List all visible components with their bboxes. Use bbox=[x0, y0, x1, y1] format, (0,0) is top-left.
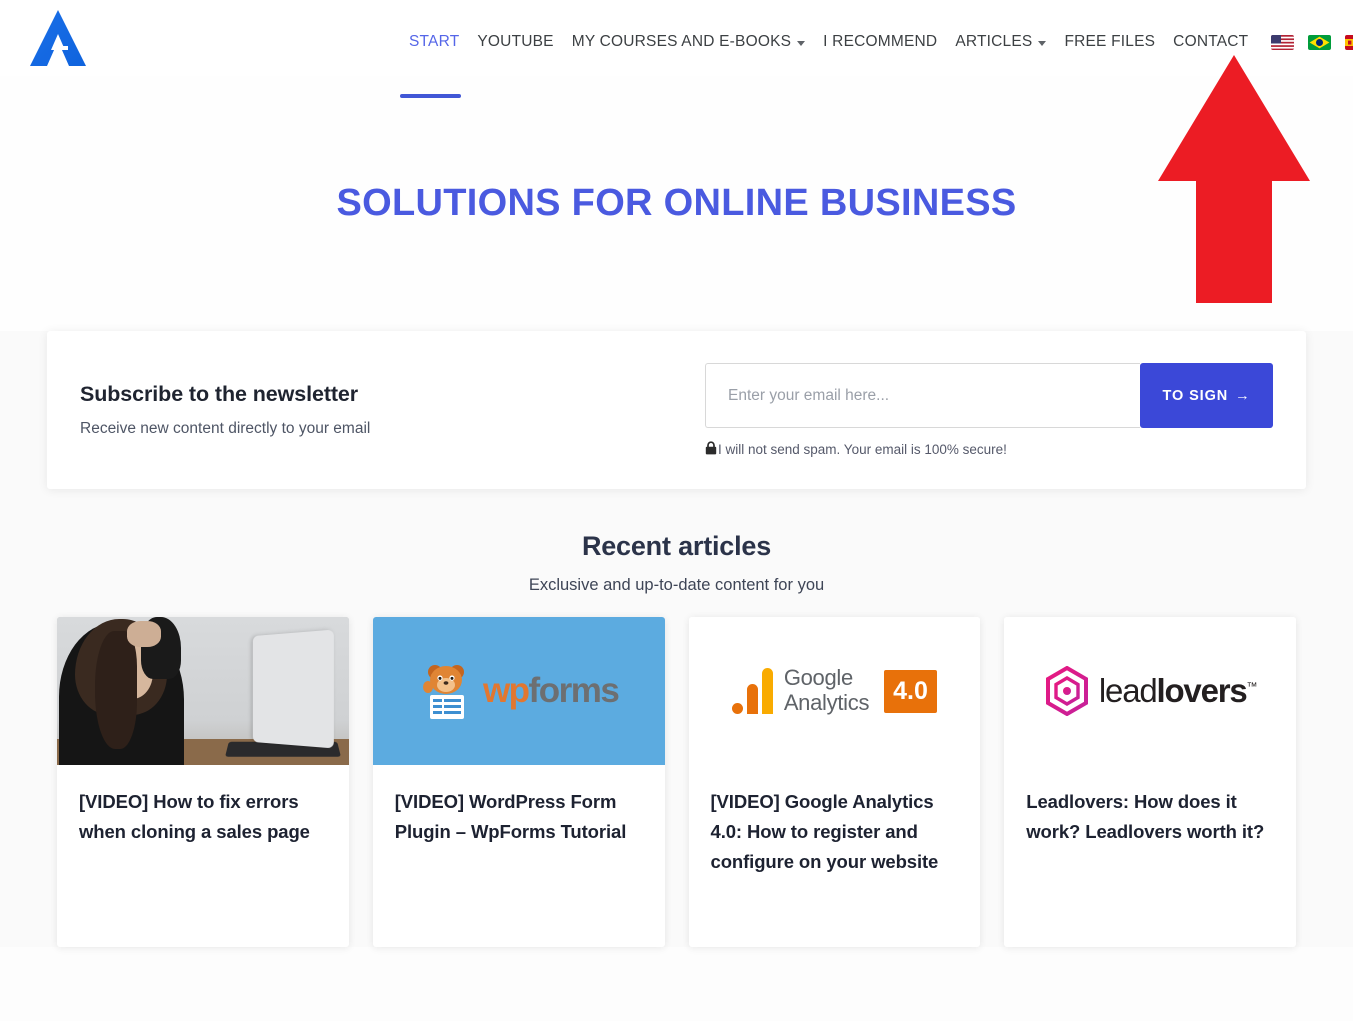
nav-item-youtube[interactable]: YOUTUBE bbox=[468, 33, 562, 51]
trademark-symbol: ™ bbox=[1246, 681, 1258, 693]
active-nav-indicator bbox=[400, 94, 461, 98]
wpforms-logo-forms: forms bbox=[528, 671, 620, 710]
google-analytics-logo: Google Analytics 4.0 bbox=[688, 617, 981, 765]
leadlovers-logo: leadlovers™ bbox=[1004, 617, 1296, 765]
nav-label: MY COURSES AND E-BOOKS bbox=[571, 33, 792, 50]
section-subheading: Exclusive and up-to-date content for you bbox=[528, 576, 825, 594]
newsletter-section: Subscribe to the newsletter Receive new … bbox=[0, 331, 1353, 489]
article-title: [VIDEO] WordPress Form Plugin – WpForms … bbox=[394, 791, 627, 843]
nav-item-articles[interactable]: ARTICLES bbox=[946, 33, 1055, 51]
arrow-right-icon: → bbox=[1235, 387, 1251, 404]
flag-brazil-icon[interactable] bbox=[1308, 34, 1332, 50]
nav-label: I RECOMMEND bbox=[823, 33, 938, 50]
newsletter-copy: Subscribe to the newsletter Receive new … bbox=[80, 382, 705, 438]
article-card[interactable]: wpforms [VIDEO] WordPress Form Plugin – … bbox=[372, 617, 665, 947]
language-switcher bbox=[1271, 34, 1353, 50]
flag-spain-icon[interactable] bbox=[1345, 34, 1353, 50]
page-root: START YOUTUBE MY COURSES AND E-BOOKS I R… bbox=[0, 0, 1353, 1021]
hero-section: SOLUTIONS FOR ONLINE BUSINESS bbox=[0, 76, 1353, 331]
privacy-note: I will not send spam. Your email is 100%… bbox=[705, 441, 1273, 457]
site-logo-a-icon bbox=[30, 10, 86, 66]
newsletter-card: Subscribe to the newsletter Receive new … bbox=[47, 331, 1306, 489]
newsletter-subtitle: Receive new content directly to your ema… bbox=[80, 420, 371, 437]
leadlovers-logo-lovers: lovers bbox=[1156, 672, 1248, 709]
recent-articles-section: Recent articles Exclusive and up-to-date… bbox=[0, 489, 1353, 947]
wpforms-logo: wpforms bbox=[372, 617, 665, 765]
article-title: [VIDEO] How to fix errors when cloning a… bbox=[79, 791, 310, 843]
analytics-logo-line1: Google bbox=[783, 665, 853, 691]
chevron-down-icon bbox=[1038, 40, 1047, 46]
nav-label: ARTICLES bbox=[955, 33, 1033, 50]
subscribe-button[interactable]: TO SIGN → bbox=[1140, 363, 1273, 428]
page-title: SOLUTIONS FOR ONLINE BUSINESS bbox=[336, 182, 1017, 224]
nav-item-i-recommend[interactable]: I RECOMMEND bbox=[814, 33, 946, 51]
site-header: START YOUTUBE MY COURSES AND E-BOOKS I R… bbox=[0, 0, 1353, 98]
newsletter-title: Subscribe to the newsletter bbox=[80, 382, 359, 406]
chevron-down-icon bbox=[797, 40, 806, 46]
nav-label: START bbox=[409, 33, 460, 50]
analytics-logo-line2: Analytics bbox=[783, 690, 870, 715]
nav-item-contact[interactable]: CONTACT bbox=[1164, 33, 1257, 51]
article-card[interactable]: [VIDEO] How to fix errors when cloning a… bbox=[57, 617, 349, 947]
analytics-bars-icon bbox=[731, 668, 773, 714]
flag-united-states-icon[interactable] bbox=[1271, 34, 1295, 50]
leadlovers-logo-lead: lead bbox=[1098, 672, 1158, 709]
analytics-version-badge: 4.0 bbox=[884, 669, 937, 713]
wpforms-bear-icon bbox=[422, 665, 464, 719]
wpforms-logo-wp: wp bbox=[482, 671, 530, 710]
articles-grid: [VIDEO] How to fix errors when cloning a… bbox=[0, 595, 1353, 947]
nav-item-free-files[interactable]: FREE FILES bbox=[1055, 33, 1164, 51]
leadlovers-hexagon-icon bbox=[1045, 666, 1088, 716]
nav-item-start[interactable]: START bbox=[400, 33, 468, 51]
section-heading: Recent articles bbox=[581, 531, 772, 561]
nav-item-my-courses-and-e-books[interactable]: MY COURSES AND E-BOOKS bbox=[563, 33, 814, 51]
article-card[interactable]: Google Analytics 4.0 [VIDEO] Google Anal… bbox=[688, 617, 981, 947]
newsletter-form: TO SIGN → bbox=[705, 363, 1273, 428]
main-navigation: START YOUTUBE MY COURSES AND E-BOOKS I R… bbox=[400, 25, 1353, 59]
article-title: Leadlovers: How does it work? Leadlovers… bbox=[1026, 791, 1265, 843]
article-card[interactable]: leadlovers™ Leadlovers: How does it work… bbox=[1004, 617, 1296, 947]
article-title: [VIDEO] Google Analytics 4.0: How to reg… bbox=[710, 791, 939, 873]
subscribe-button-label: TO SIGN bbox=[1162, 387, 1229, 404]
nav-label: YOUTUBE bbox=[477, 33, 554, 50]
newsletter-form-area: TO SIGN → I will not send spam. Your ema… bbox=[705, 363, 1273, 457]
nav-label: CONTACT bbox=[1173, 33, 1249, 50]
site-logo[interactable] bbox=[24, 8, 92, 68]
email-input[interactable] bbox=[705, 363, 1140, 428]
privacy-note-text: I will not send spam. Your email is 100%… bbox=[718, 441, 1007, 457]
nav-label: FREE FILES bbox=[1064, 33, 1156, 50]
lock-icon bbox=[705, 441, 717, 457]
frustrated-person-at-laptop-photo bbox=[57, 617, 349, 765]
